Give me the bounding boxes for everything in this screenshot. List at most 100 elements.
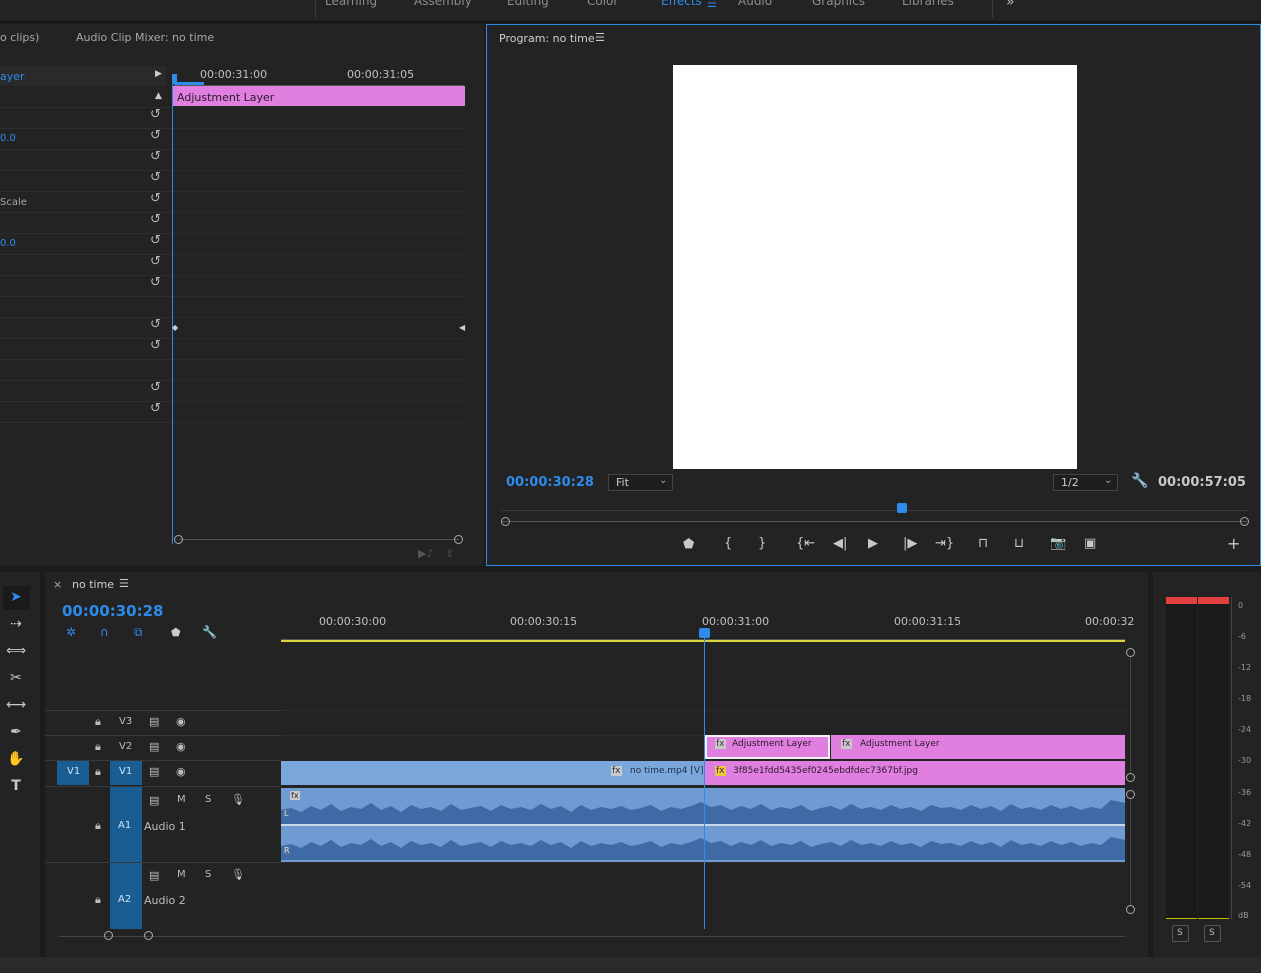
wrench-icon[interactable]: 🔧 xyxy=(202,625,217,639)
playhead-timecode[interactable]: 00:00:30:28 xyxy=(506,475,594,490)
image-clip[interactable]: fx 3f85e1fdd5435ef0245ebdfdec7367bf.jpg xyxy=(705,761,1125,785)
mark-out-icon[interactable]: } xyxy=(758,536,766,551)
scroll-handle[interactable] xyxy=(501,517,510,526)
zoom-handle[interactable] xyxy=(174,535,183,544)
adjustment-layer-clip[interactable]: fx Adjustment Layer xyxy=(831,735,1125,759)
close-tab-icon[interactable]: × xyxy=(53,578,62,591)
scroll-handle[interactable] xyxy=(1126,773,1135,782)
menu-icon[interactable]: ☰ xyxy=(595,31,605,44)
resolution-select[interactable]: 1/2 ⌄ xyxy=(1053,474,1118,491)
tab-source[interactable]: o clips) xyxy=(0,31,39,44)
compare-icon[interactable]: ▣ xyxy=(1084,536,1096,551)
hand-icon[interactable]: ✋ xyxy=(6,751,26,771)
microphone-icon[interactable]: 🎙︎ xyxy=(231,868,245,881)
workspace-color[interactable]: Color xyxy=(587,0,618,8)
workspace-libraries[interactable]: Libraries xyxy=(902,0,954,8)
reset-icon[interactable]: ↺ xyxy=(150,317,161,332)
eye-icon[interactable]: ◉ xyxy=(176,715,186,728)
reset-icon[interactable]: ↺ xyxy=(150,170,161,185)
play-triangle-icon[interactable]: ▶ xyxy=(155,69,162,79)
play-audio-icon[interactable]: ▶♪ xyxy=(418,547,433,560)
work-area-bar[interactable] xyxy=(281,640,1125,642)
workspace-editing[interactable]: Editing xyxy=(507,0,549,8)
workspace-assembly[interactable]: Assembly xyxy=(414,0,472,8)
extract-icon[interactable]: ⊔ xyxy=(1014,536,1024,551)
scroll-handle[interactable] xyxy=(1126,648,1135,657)
solo-button[interactable]: S xyxy=(205,794,211,805)
clip-indicator-right[interactable] xyxy=(1198,597,1229,604)
workspace-graphics[interactable]: Graphics xyxy=(812,0,865,8)
workspace-effects[interactable]: Effects xyxy=(661,0,702,8)
lock-icon[interactable]: 🔒︎ xyxy=(95,740,101,754)
wrench-icon[interactable]: 🔧 xyxy=(1131,473,1148,489)
solo-button[interactable]: S xyxy=(205,869,211,880)
add-marker-icon[interactable]: ⬟ xyxy=(171,626,181,639)
workspace-learning[interactable]: Learning xyxy=(325,0,377,8)
sequence-tab[interactable]: no time xyxy=(72,578,114,591)
sync-icon[interactable]: ▤ xyxy=(149,869,159,882)
reset-icon[interactable]: ↺ xyxy=(150,149,161,164)
linked-select-icon[interactable]: ⧉ xyxy=(134,625,143,640)
track-name-audio2[interactable]: Audio 2 xyxy=(144,894,186,907)
adjustment-layer-clip[interactable]: fx Adjustment Layer xyxy=(705,735,830,759)
mini-playhead[interactable] xyxy=(897,503,907,513)
scroll-handle[interactable] xyxy=(104,931,113,940)
selection-tool-icon[interactable]: ➤ xyxy=(6,589,26,609)
type-tool-icon[interactable]: T xyxy=(6,778,26,798)
sequence-timecode[interactable]: 00:00:30:28 xyxy=(62,602,164,620)
clip-indicator-left[interactable] xyxy=(1166,597,1197,604)
collapse-icon[interactable]: ▲ xyxy=(155,91,162,101)
menu-icon[interactable]: ☰ xyxy=(707,0,717,10)
zoom-handle[interactable] xyxy=(454,535,463,544)
scroll-handle[interactable] xyxy=(144,931,153,940)
play-icon[interactable]: ▶ xyxy=(868,536,878,551)
go-to-in-icon[interactable]: {⇤ xyxy=(796,536,815,551)
nest-icon[interactable]: ✲ xyxy=(66,625,76,639)
sync-icon[interactable]: ▤ xyxy=(149,740,159,753)
marker-icon[interactable]: ⬟ xyxy=(683,537,694,552)
track-label-v3[interactable]: V3 xyxy=(119,716,132,727)
lock-icon[interactable]: 🔒︎ xyxy=(95,715,101,729)
playhead-handle[interactable] xyxy=(699,628,710,638)
step-forward-icon[interactable]: |▶ xyxy=(903,536,917,551)
lock-icon[interactable]: 🔒︎ xyxy=(95,819,101,833)
solo-left-button[interactable]: S xyxy=(1172,925,1189,942)
track-select-icon[interactable]: ⇢ xyxy=(6,616,26,636)
mute-button[interactable]: M xyxy=(177,869,186,880)
h-scrollbar[interactable] xyxy=(59,936,1125,937)
audio-clip[interactable]: fx L R xyxy=(281,788,1125,862)
export-icon[interactable]: ⇪ xyxy=(445,547,454,560)
track-label-v2[interactable]: V2 xyxy=(119,741,132,752)
video-clip[interactable]: fx no time.mp4 [V] xyxy=(281,761,704,785)
sync-icon[interactable]: ▤ xyxy=(149,794,159,807)
reset-icon[interactable]: ↺ xyxy=(150,254,161,269)
step-back-icon[interactable]: ◀| xyxy=(833,536,847,551)
add-button-icon[interactable]: + xyxy=(1227,534,1240,553)
slip-icon[interactable]: ⟷ xyxy=(6,697,26,717)
reset-icon[interactable]: ↺ xyxy=(150,401,161,416)
mark-in-icon[interactable]: { xyxy=(724,536,732,551)
param-value[interactable]: 0.0 xyxy=(0,238,16,249)
param-value[interactable]: 0.0 xyxy=(0,133,16,144)
track-name-audio1[interactable]: Audio 1 xyxy=(144,820,186,833)
mini-timeline[interactable] xyxy=(502,521,1247,522)
razor-icon[interactable]: ✂ xyxy=(6,670,26,690)
sync-icon[interactable]: ▤ xyxy=(149,715,159,728)
keyframe-nav-icon[interactable]: ◀ xyxy=(459,323,465,332)
reset-icon[interactable]: ↺ xyxy=(150,212,161,227)
fit-select[interactable]: Fit ⌄ xyxy=(608,474,673,491)
zoom-scrollbar[interactable] xyxy=(179,539,459,540)
reset-icon[interactable]: ↺ xyxy=(150,380,161,395)
lock-icon[interactable]: 🔒︎ xyxy=(95,893,101,907)
keyframe-nav-icon[interactable]: ◆ xyxy=(172,323,178,332)
reset-icon[interactable]: ↺ xyxy=(150,338,161,353)
v-scrollbar[interactable] xyxy=(1130,657,1131,773)
camera-icon[interactable]: 📷 xyxy=(1050,536,1066,551)
ripple-edit-icon[interactable]: ⟺ xyxy=(6,643,26,663)
eye-icon[interactable]: ◉ xyxy=(176,740,186,753)
lift-icon[interactable]: ⊓ xyxy=(978,536,988,551)
tab-audio-clip-mixer[interactable]: Audio Clip Mixer: no time xyxy=(76,31,214,44)
scroll-handle[interactable] xyxy=(1240,517,1249,526)
reset-icon[interactable]: ↺ xyxy=(150,191,161,206)
microphone-icon[interactable]: 🎙︎ xyxy=(231,793,245,806)
